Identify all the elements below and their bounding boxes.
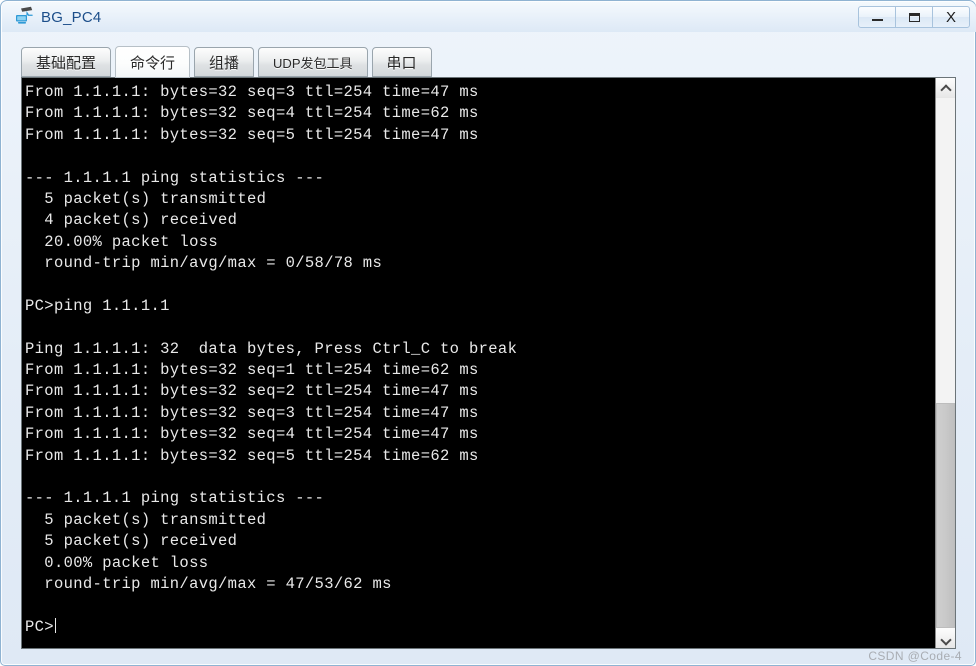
- terminal-line: PC>ping 1.1.1.1: [25, 296, 170, 315]
- terminal-line: From 1.1.1.1: bytes=32 seq=3 ttl=254 tim…: [25, 403, 479, 422]
- maximize-icon: [908, 12, 920, 22]
- vertical-scrollbar[interactable]: [935, 78, 955, 648]
- minimize-icon: [871, 19, 883, 21]
- terminal-output[interactable]: From 1.1.1.1: bytes=32 seq=3 ttl=254 tim…: [22, 78, 935, 648]
- title-bar-left: BG_PC4: [2, 6, 859, 26]
- close-button[interactable]: X: [932, 6, 970, 28]
- terminal-line: From 1.1.1.1: bytes=32 seq=2 ttl=254 tim…: [25, 382, 479, 401]
- scrollbar-track[interactable]: [936, 98, 955, 628]
- chevron-down-icon: [941, 634, 950, 643]
- pc-device-icon: [15, 6, 34, 25]
- tab-udp-tool[interactable]: UDP发包工具: [258, 47, 368, 77]
- terminal-panel: From 1.1.1.1: bytes=32 seq=3 ttl=254 tim…: [21, 77, 956, 649]
- tab-command-line[interactable]: 命令行: [115, 46, 191, 78]
- tab-label: 组播: [209, 54, 240, 72]
- terminal-line: 5 packet(s) transmitted: [25, 189, 267, 208]
- terminal-prompt-line: PC>: [25, 617, 935, 638]
- scroll-up-button[interactable]: [936, 78, 955, 98]
- terminal-line: From 1.1.1.1: bytes=32 seq=4 ttl=254 tim…: [25, 104, 479, 123]
- app-window: BG_PC4 X 基础配置 命令行 组播 UDP发包工具 串口 From 1.1…: [0, 0, 976, 666]
- scrollbar-thumb[interactable]: [936, 403, 955, 628]
- tab-basic-config[interactable]: 基础配置: [21, 47, 112, 77]
- terminal-line: --- 1.1.1.1 ping statistics ---: [25, 168, 325, 187]
- close-icon: X: [945, 8, 956, 26]
- window-controls: X: [858, 5, 970, 29]
- terminal-line: --- 1.1.1.1 ping statistics ---: [25, 489, 325, 508]
- title-bar: BG_PC4 X: [2, 2, 976, 32]
- tab-bar: 基础配置 命令行 组播 UDP发包工具 串口: [21, 44, 436, 78]
- prompt-text: PC>: [25, 617, 54, 636]
- terminal-line: From 1.1.1.1: bytes=32 seq=5 ttl=254 tim…: [25, 446, 479, 465]
- watermark-text: CSDN @Code-4: [868, 649, 962, 663]
- terminal-line: From 1.1.1.1: bytes=32 seq=3 ttl=254 tim…: [25, 83, 479, 101]
- terminal-line: 4 packet(s) received: [25, 211, 238, 230]
- tab-label: UDP发包工具: [273, 55, 353, 71]
- tab-label: 串口: [386, 54, 417, 72]
- chevron-up-icon: [941, 84, 950, 93]
- terminal-line: 5 packet(s) received: [25, 532, 238, 551]
- terminal-line: 5 packet(s) transmitted: [25, 510, 267, 529]
- maximize-button[interactable]: [895, 6, 933, 28]
- terminal-line: From 1.1.1.1: bytes=32 seq=1 ttl=254 tim…: [25, 361, 479, 380]
- terminal-line: 20.00% packet loss: [25, 232, 219, 251]
- tab-serial-port[interactable]: 串口: [371, 47, 432, 77]
- terminal-line: Ping 1.1.1.1: 32 data bytes, Press Ctrl_…: [25, 339, 518, 358]
- terminal-line: round-trip min/avg/max = 0/58/78 ms: [25, 254, 383, 273]
- scroll-down-button[interactable]: [936, 628, 955, 648]
- terminal-line: 0.00% packet loss: [25, 553, 209, 572]
- window-title: BG_PC4: [41, 8, 102, 26]
- tab-label: 命令行: [130, 54, 176, 72]
- minimize-button[interactable]: [858, 6, 896, 28]
- terminal-line: From 1.1.1.1: bytes=32 seq=5 ttl=254 tim…: [25, 125, 479, 144]
- tab-label: 基础配置: [36, 54, 97, 72]
- terminal-line: From 1.1.1.1: bytes=32 seq=4 ttl=254 tim…: [25, 425, 479, 444]
- tab-multicast[interactable]: 组播: [194, 47, 255, 77]
- terminal-line: round-trip min/avg/max = 47/53/62 ms: [25, 574, 392, 593]
- text-cursor: [54, 617, 56, 633]
